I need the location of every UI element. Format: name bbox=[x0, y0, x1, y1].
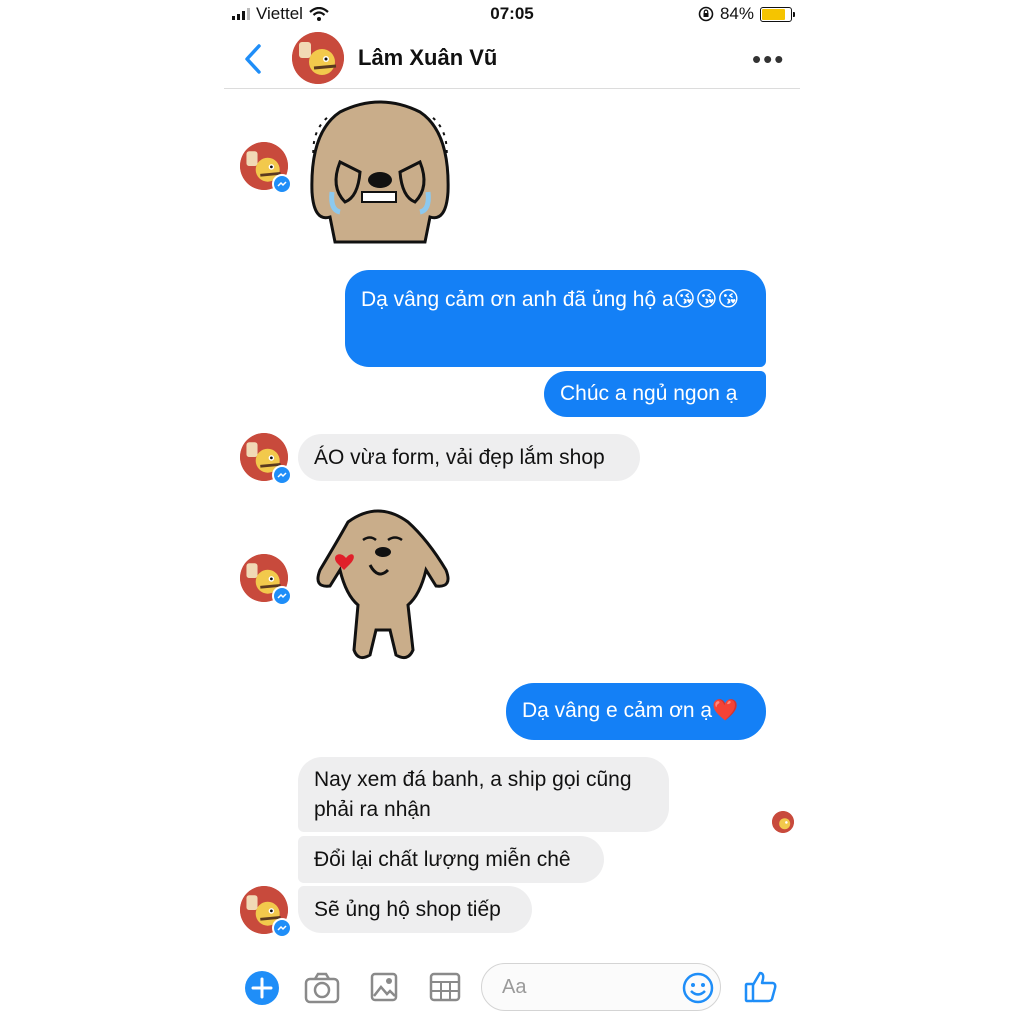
grid-icon[interactable] bbox=[429, 972, 461, 1002]
message-text: ÁO vừa form, vải đẹp lắm shop bbox=[314, 446, 605, 469]
incoming-message[interactable]: Nay xem đá banh, a ship gọi cũng phải ra… bbox=[298, 757, 669, 832]
contact-name[interactable]: Lâm Xuân Vũ bbox=[358, 45, 497, 71]
battery-icon bbox=[760, 6, 795, 22]
rotation-lock-icon bbox=[698, 6, 714, 22]
messenger-badge-icon bbox=[272, 586, 292, 606]
composer-bar: Aa bbox=[224, 950, 800, 1024]
more-icon[interactable]: ••• bbox=[752, 44, 785, 75]
message-text: Đổi lại chất lượng miễn chê bbox=[314, 848, 571, 871]
gallery-icon[interactable] bbox=[370, 972, 398, 1002]
status-bar: Viettel 07:05 84% bbox=[224, 0, 800, 30]
incoming-message[interactable]: ÁO vừa form, vải đẹp lắm shop bbox=[298, 434, 640, 481]
like-icon[interactable] bbox=[744, 970, 778, 1004]
battery-percent: 84% bbox=[719, 4, 754, 23]
battery-level bbox=[762, 8, 786, 20]
messenger-badge-icon bbox=[272, 174, 292, 194]
outgoing-message[interactable]: Dạ vâng cảm ơn anh đã ủng hộ a😘😘😘 bbox=[345, 270, 766, 367]
outgoing-message[interactable]: Chúc a ngủ ngon ạ bbox=[544, 371, 766, 417]
input-placeholder: Aa bbox=[502, 976, 527, 998]
contact-avatar[interactable] bbox=[292, 32, 344, 84]
incoming-message[interactable]: Sẽ ủng hộ shop tiếp bbox=[298, 886, 532, 933]
message-text: Dạ vâng cảm ơn anh đã ủng hộ a😘😘😘 bbox=[361, 288, 740, 311]
seen-avatar bbox=[772, 811, 794, 833]
camera-icon[interactable] bbox=[304, 972, 340, 1004]
message-text: Sẽ ủng hộ shop tiếp bbox=[314, 898, 501, 921]
conversation-header: Lâm Xuân Vũ ••• bbox=[224, 30, 800, 89]
message-input[interactable]: Aa bbox=[481, 963, 721, 1011]
dog-kiss-sticker[interactable] bbox=[308, 500, 458, 665]
back-chevron-icon[interactable] bbox=[240, 42, 266, 76]
message-text: Chúc a ngủ ngon ạ bbox=[560, 382, 738, 405]
plus-icon[interactable] bbox=[244, 970, 280, 1006]
incoming-message[interactable]: Đổi lại chất lượng miễn chê bbox=[298, 836, 604, 883]
messenger-badge-icon bbox=[272, 465, 292, 485]
outgoing-message[interactable]: Dạ vâng e cảm ơn ạ❤️ bbox=[506, 683, 766, 740]
message-text: Nay xem đá banh, a ship gọi cũng phải ra… bbox=[314, 768, 632, 821]
emoji-icon[interactable] bbox=[682, 972, 714, 1004]
dog-crying-sticker[interactable] bbox=[300, 92, 460, 252]
message-text: Dạ vâng e cảm ơn ạ❤️ bbox=[522, 699, 739, 722]
status-right: 84% bbox=[698, 4, 795, 24]
messenger-badge-icon bbox=[272, 918, 292, 938]
